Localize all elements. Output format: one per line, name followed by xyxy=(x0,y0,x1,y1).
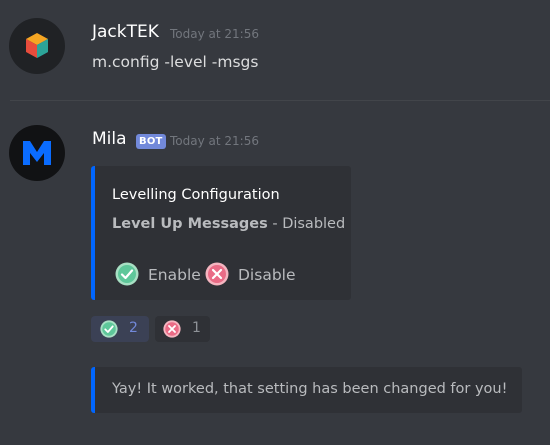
cube-icon xyxy=(26,33,48,58)
check-circle-icon xyxy=(100,320,118,338)
reaction-count: 1 xyxy=(192,320,201,336)
x-circle-icon xyxy=(163,320,181,338)
reaction-count: 2 xyxy=(129,320,138,336)
embed-confirmation: Yay! It worked, that setting has been ch… xyxy=(91,367,522,413)
embed-field-value: Disabled xyxy=(282,216,346,232)
embed-field: Level Up Messages - Disabled xyxy=(112,216,345,232)
bot-tag: BOT xyxy=(136,134,166,149)
embed-accent-bar xyxy=(91,166,95,300)
username-jacktek[interactable]: JackTEK xyxy=(92,22,159,42)
confirmation-text: Yay! It worked, that setting has been ch… xyxy=(112,381,508,397)
option-enable-label: Enable xyxy=(148,266,201,284)
embed-accent-bar xyxy=(91,367,95,413)
option-disable-label: Disable xyxy=(238,266,296,284)
message-timestamp: Today at 21:56 xyxy=(170,134,259,148)
embed-field-name: Level Up Messages xyxy=(112,216,268,232)
reaction-x[interactable]: 1 xyxy=(155,316,210,342)
username-mila[interactable]: Mila xyxy=(92,129,127,149)
avatar-jacktek[interactable] xyxy=(9,18,65,74)
embed-levelling-config: Levelling Configuration Level Up Message… xyxy=(91,166,351,300)
message-text: m.config -level -msgs xyxy=(92,53,259,71)
embed-field-separator: - xyxy=(267,216,283,232)
check-circle-icon xyxy=(115,262,139,286)
message-divider xyxy=(10,100,550,101)
reaction-check[interactable]: 2 xyxy=(91,316,149,342)
x-circle-icon xyxy=(205,262,229,286)
message-timestamp: Today at 21:56 xyxy=(170,27,259,41)
avatar-mila[interactable] xyxy=(9,125,65,181)
embed-title: Levelling Configuration xyxy=(112,187,280,203)
m-logo-icon xyxy=(23,141,51,165)
